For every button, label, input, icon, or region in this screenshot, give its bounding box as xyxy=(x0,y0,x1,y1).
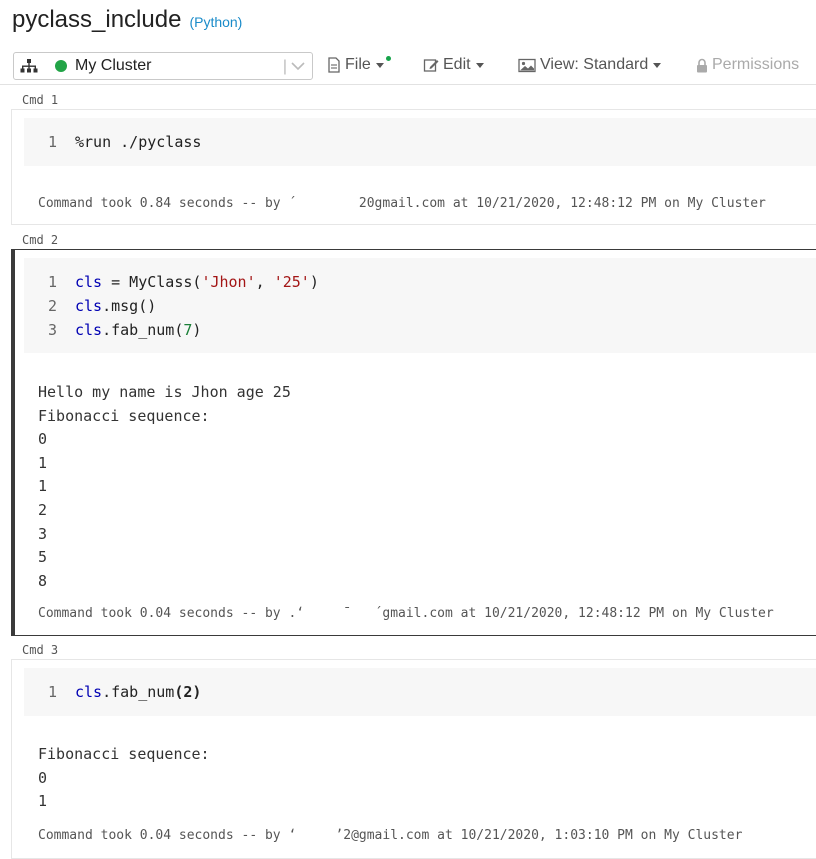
view-menu-button[interactable]: View: Standard xyxy=(518,56,662,74)
output-line: 1 xyxy=(38,792,48,811)
cell-output: Hello my name is Jhon age 25 Fibonacci s… xyxy=(38,381,291,593)
notebook-header: pyclass_include (Python) xyxy=(12,6,242,40)
chevron-down-icon[interactable] xyxy=(290,59,306,73)
caret-down-icon xyxy=(475,62,484,68)
cluster-selector[interactable]: My Cluster | xyxy=(13,52,313,80)
notebook-toolbar: My Cluster | File Edit View: Standard Pe… xyxy=(0,50,816,85)
output-line: 1 xyxy=(38,453,48,472)
notification-dot xyxy=(386,56,391,61)
file-menu-label: File xyxy=(345,56,371,73)
caret-down-icon xyxy=(653,62,662,68)
output-line: 2 xyxy=(38,500,48,519)
line-number: 1 xyxy=(47,683,57,701)
cluster-name: My Cluster xyxy=(75,57,152,74)
line-number: 3 xyxy=(47,321,57,339)
edit-menu-button[interactable]: Edit xyxy=(423,56,484,74)
permissions-label: Permissions xyxy=(712,56,800,73)
caret-down-icon xyxy=(375,62,384,68)
code-editor[interactable]: 1 cls.fab_num(2) xyxy=(24,668,816,716)
output-line: Fibonacci sequence: xyxy=(38,406,210,425)
lock-icon xyxy=(697,58,707,72)
cell-label: Cmd 3 xyxy=(22,643,59,657)
line-number: 1 xyxy=(47,133,57,151)
cell-label: Cmd 1 xyxy=(22,93,59,107)
image-icon xyxy=(518,58,536,72)
code-editor[interactable]: 1 %run ./pyclass xyxy=(24,118,816,166)
file-menu-button[interactable]: File xyxy=(327,56,391,74)
output-line: 5 xyxy=(38,548,48,567)
code-text: cls.fab_num(7) xyxy=(75,321,202,339)
output-line: Fibonacci sequence: xyxy=(38,745,210,763)
output-line: Hello my name is Jhon age 25 xyxy=(38,383,291,401)
cell-label: Cmd 2 xyxy=(22,233,59,247)
view-menu-label: View: Standard xyxy=(540,56,649,73)
edit-icon xyxy=(423,59,439,72)
output-line: 3 xyxy=(38,524,48,543)
notebook-cell[interactable]: 1 %run ./pyclass Command took 0.84 secon… xyxy=(11,109,816,225)
notebook-language[interactable]: (Python) xyxy=(189,14,242,30)
notebook-cell[interactable]: 1 cls.fab_num(2) Fibonacci sequence: 0 1… xyxy=(11,659,816,859)
cluster-divider: | xyxy=(282,58,287,75)
code-line: 1 cls = MyClass('Jhon', '25') xyxy=(24,270,816,294)
notebook-cell-active[interactable]: 1 cls = MyClass('Jhon', '25') 2 cls.msg(… xyxy=(11,249,816,636)
output-line: 0 xyxy=(38,430,48,449)
command-footer: Command took 0.04 seconds -- by ʻ ʼ2@gma… xyxy=(38,828,743,843)
command-footer: Command took 0.04 seconds -- by .ʻ ¯ ´gm… xyxy=(38,606,774,621)
code-editor[interactable]: 1 cls = MyClass('Jhon', '25') 2 cls.msg(… xyxy=(24,258,816,353)
file-icon xyxy=(328,57,340,73)
cluster-status-dot xyxy=(55,60,67,72)
line-number: 1 xyxy=(47,273,57,291)
code-text: cls.msg() xyxy=(75,297,157,315)
edit-menu-label: Edit xyxy=(443,56,471,73)
notebook-title[interactable]: pyclass_include xyxy=(12,6,181,34)
permissions-button[interactable]: Permissions xyxy=(696,56,799,74)
code-text: cls = MyClass('Jhon', '25') xyxy=(75,273,319,291)
code-line: 1 cls.fab_num(2) xyxy=(24,680,816,704)
code-text: %run ./pyclass xyxy=(75,133,202,151)
code-line: 1 %run ./pyclass xyxy=(24,130,816,154)
output-line: 1 xyxy=(38,477,48,496)
output-line: 0 xyxy=(38,768,48,787)
cluster-tree-icon xyxy=(20,59,38,73)
line-number: 2 xyxy=(47,297,57,315)
code-text: cls.fab_num(2) xyxy=(75,683,202,701)
code-line: 3 cls.fab_num(7) xyxy=(24,318,816,342)
code-line: 2 cls.msg() xyxy=(24,294,816,318)
output-line: 8 xyxy=(38,571,48,590)
command-footer: Command took 0.84 seconds -- by ´ 20gmai… xyxy=(38,196,766,211)
cell-output: Fibonacci sequence: 0 1 xyxy=(38,743,210,814)
